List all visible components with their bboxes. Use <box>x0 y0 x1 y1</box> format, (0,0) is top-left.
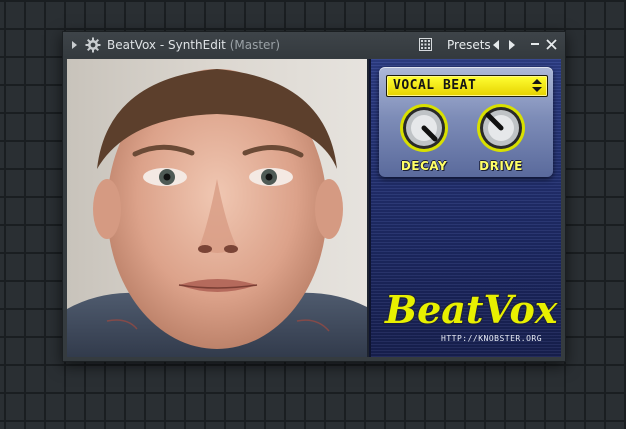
triangle-right-icon[interactable] <box>71 32 79 58</box>
presets-button[interactable]: Presets <box>447 32 491 58</box>
window-title: BeatVox - SynthEdit (Master) <box>107 32 280 58</box>
window-title-text: BeatVox - SynthEdit <box>107 38 226 52</box>
arrow-right-icon[interactable] <box>507 32 517 58</box>
gear-icon[interactable] <box>85 32 103 58</box>
control-panel: VOCAL BEAT DECAY DRIVE BeatVox HTTP://KN… <box>369 59 561 357</box>
window-title-context: (Master) <box>229 38 281 52</box>
decay-knob[interactable] <box>399 103 449 153</box>
close-icon[interactable] <box>545 32 559 58</box>
drive-knob[interactable] <box>476 103 526 153</box>
preset-select[interactable]: VOCAL BEAT <box>386 75 548 97</box>
beatvox-logo: BeatVox <box>379 285 560 334</box>
decay-label: DECAY <box>400 159 448 173</box>
beatvox-logo-text: BeatVox <box>384 287 559 332</box>
plugin-ui: VOCAL BEAT DECAY DRIVE BeatVox HTTP://KN… <box>67 59 561 357</box>
control-box: VOCAL BEAT DECAY DRIVE <box>379 67 553 177</box>
drive-label: DRIVE <box>479 159 523 173</box>
minimize-icon[interactable] <box>529 32 541 58</box>
plugin-window: BeatVox - SynthEdit (Master) Presets VOC… <box>62 31 566 362</box>
website-url: HTTP://KNOBSTER.ORG <box>441 334 543 343</box>
face-photo <box>67 59 367 357</box>
title-bar[interactable]: BeatVox - SynthEdit (Master) Presets <box>63 32 565 58</box>
select-arrows-icon <box>532 78 542 94</box>
arrow-left-icon[interactable] <box>491 32 501 58</box>
preset-select-value: VOCAL BEAT <box>393 78 477 93</box>
grid-icon[interactable] <box>419 32 433 58</box>
